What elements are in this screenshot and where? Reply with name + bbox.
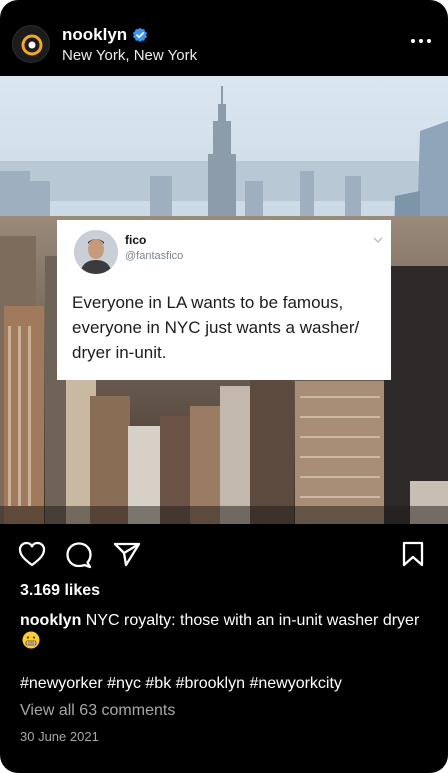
tweet-line: Everyone in LA wants to be famous, — [72, 293, 344, 312]
profile-avatar[interactable] — [12, 25, 50, 63]
tweet-avatar — [74, 230, 118, 274]
caption-text: NYC royalty: those with an in-unit washe… — [85, 612, 420, 629]
post-username[interactable]: nooklyn — [62, 25, 127, 45]
verified-badge-icon — [133, 27, 147, 42]
post-caption: nooklyn NYC royalty: those with an in-un… — [20, 610, 430, 652]
post-card: nooklyn New York, New York fico @fantasf… — [0, 0, 448, 773]
post-date: 30 June 2021 — [20, 729, 99, 744]
nooklyn-logo-icon — [21, 34, 43, 56]
caption-username[interactable]: nooklyn — [20, 612, 81, 629]
person-avatar-icon — [74, 230, 118, 274]
action-bar — [0, 535, 448, 571]
hashtags[interactable]: #newyorker #nyc #bk #brooklyn #newyorkci… — [20, 675, 342, 693]
post-location[interactable]: New York, New York — [62, 47, 197, 64]
share-icon[interactable] — [113, 541, 141, 567]
bookmark-icon[interactable] — [401, 541, 425, 567]
likes-count[interactable]: 3.169 likes — [20, 582, 100, 600]
chevron-down-icon — [373, 237, 383, 243]
tweet-name: fico — [125, 233, 147, 247]
post-image[interactable]: fico @fantasfico Everyone in LA wants to… — [0, 76, 448, 524]
tweet-card: fico @fantasfico Everyone in LA wants to… — [57, 220, 391, 380]
grimacing-emoji-icon — [22, 631, 40, 649]
more-options-icon — [411, 39, 431, 43]
tweet-handle: @fantasfico — [125, 250, 184, 262]
more-options-button[interactable] — [410, 36, 432, 46]
tweet-text: Everyone in LA wants to be famous, every… — [72, 290, 382, 365]
view-comments-link[interactable]: View all 63 comments — [20, 702, 175, 720]
tweet-line: dryer in-unit. — [72, 343, 167, 362]
heart-icon[interactable] — [18, 541, 46, 567]
tweet-line: everyone in NYC just wants a washer/ — [72, 318, 360, 337]
post-header: nooklyn New York, New York — [0, 0, 448, 76]
comment-icon[interactable] — [65, 541, 93, 569]
